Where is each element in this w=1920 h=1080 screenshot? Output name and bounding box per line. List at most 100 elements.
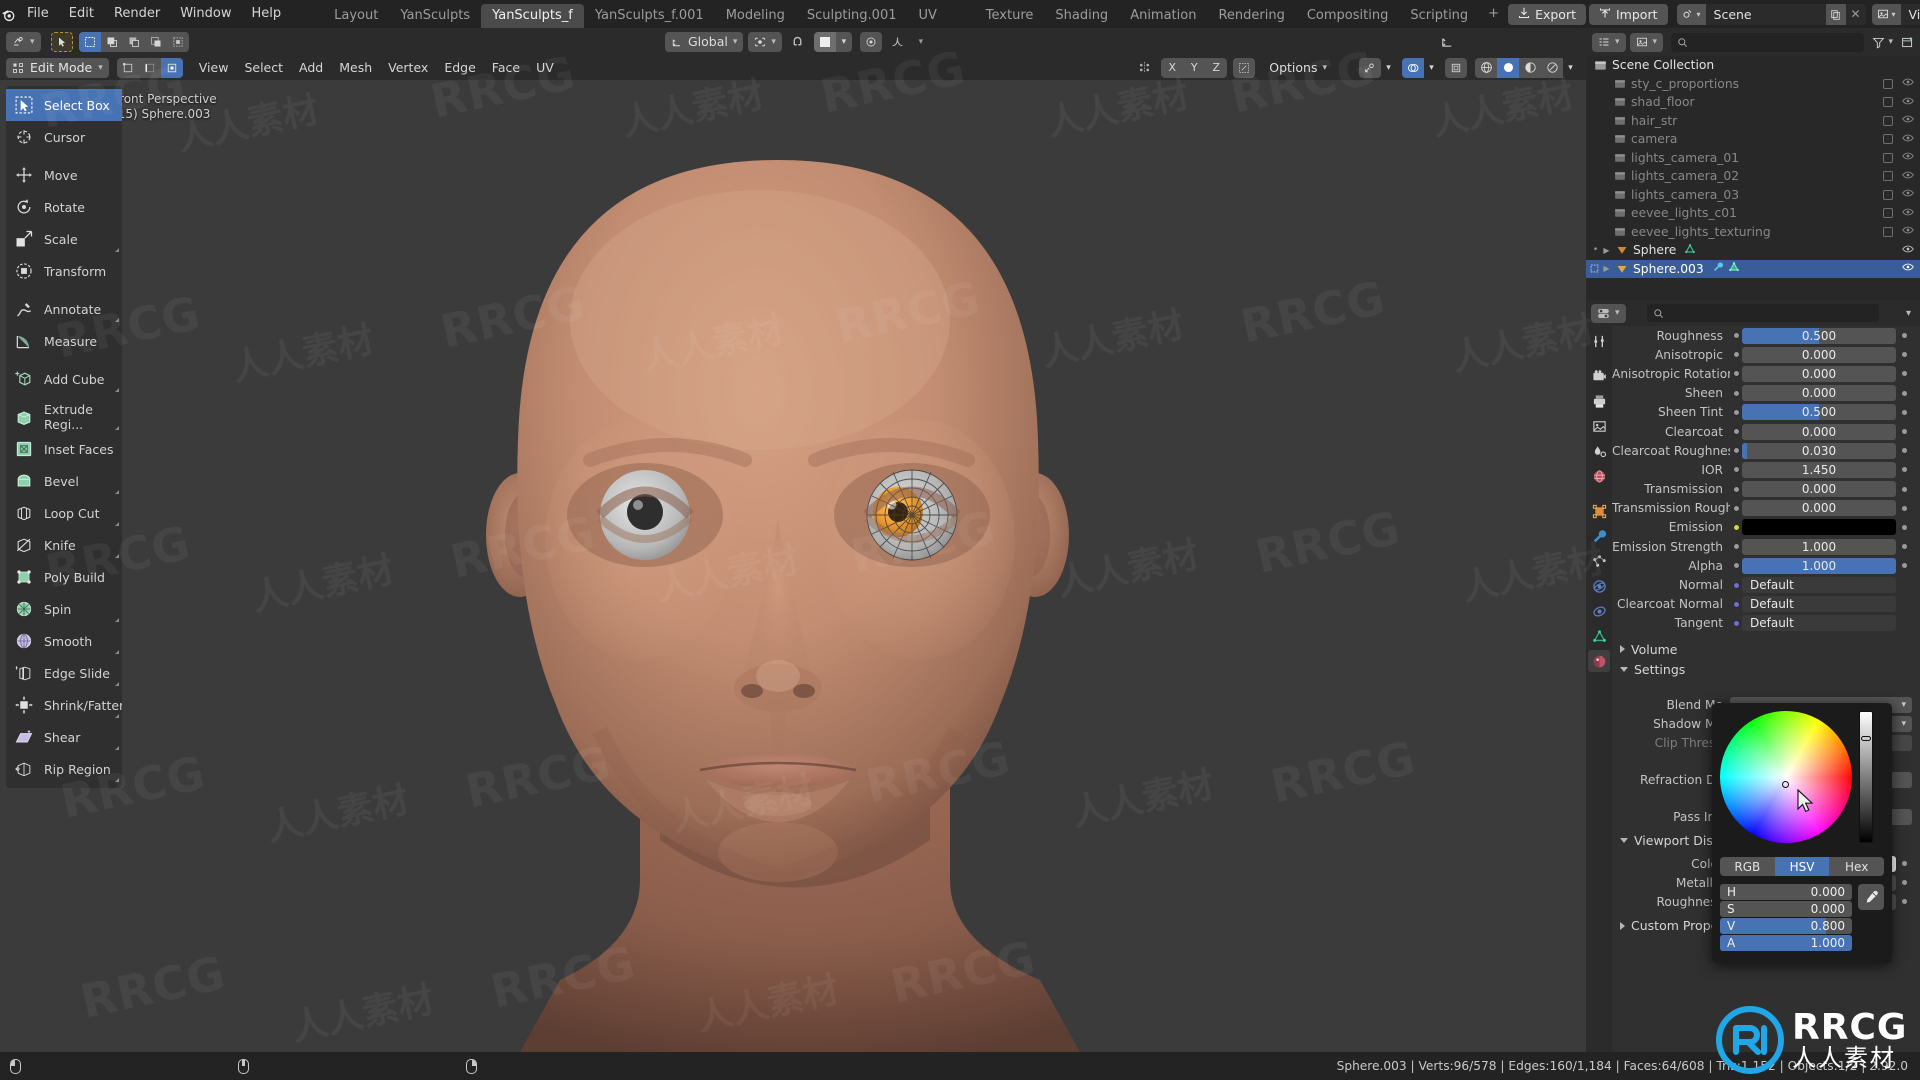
- workspace-tab-yansculpts-f001[interactable]: YanSculpts_f.001: [584, 4, 715, 28]
- menu-file[interactable]: File: [17, 0, 59, 28]
- material-preview-shading-icon[interactable]: [1519, 57, 1541, 78]
- property-value-slider[interactable]: 0.500: [1742, 404, 1896, 421]
- node-socket-icon[interactable]: [1730, 389, 1742, 397]
- outliner-root-row[interactable]: Scene Collection: [1586, 56, 1920, 75]
- shading-dropdown-chevron-icon[interactable]: ▾: [1563, 58, 1578, 78]
- tool-cursor[interactable]: Cursor: [6, 121, 122, 153]
- property-row-emission-strength[interactable]: Emission Strength 1.000: [1612, 537, 1920, 556]
- add-workspace-button[interactable]: +: [1479, 0, 1508, 28]
- hide-eye-icon[interactable]: [1902, 150, 1914, 165]
- tool-extrude-region[interactable]: Extrude Regi...: [6, 401, 122, 433]
- menu-help[interactable]: Help: [242, 0, 292, 28]
- properties-tab-object-data[interactable]: [1588, 625, 1610, 647]
- animate-property-icon[interactable]: [1896, 505, 1912, 511]
- property-row-emission[interactable]: Emission: [1612, 518, 1920, 537]
- view-layer-name-field[interactable]: View Layer: [1901, 7, 1920, 22]
- animate-property-icon[interactable]: [1896, 486, 1912, 492]
- mirror-z-button[interactable]: Z: [1205, 57, 1228, 78]
- rendered-shading-icon[interactable]: [1541, 57, 1563, 78]
- tool-rip-region[interactable]: Rip Region: [6, 753, 122, 785]
- tool-settings-dropdown[interactable]: ▾: [6, 31, 41, 52]
- workspace-tab-shading[interactable]: Shading: [1044, 4, 1119, 28]
- exclude-checkbox[interactable]: [1883, 189, 1893, 200]
- properties-editor-type-dropdown[interactable]: ▾: [1591, 303, 1626, 323]
- properties-tab-material[interactable]: [1588, 650, 1610, 672]
- viewport-menu-add[interactable]: Add: [291, 55, 331, 80]
- node-socket-icon[interactable]: [1730, 466, 1742, 474]
- hide-eye-icon[interactable]: [1902, 243, 1914, 258]
- eyedropper-icon[interactable]: [1858, 884, 1884, 910]
- gizmo-icon[interactable]: [1359, 57, 1381, 78]
- workspace-tab-yansculpts-f[interactable]: YanSculpts_f: [481, 4, 584, 28]
- panel-header-volume[interactable]: Volume: [1612, 639, 1920, 659]
- viewport-menu-vertex[interactable]: Vertex: [380, 55, 436, 80]
- solid-shading-icon[interactable]: [1497, 57, 1519, 78]
- animate-property-icon[interactable]: [1896, 390, 1912, 396]
- scene-selector[interactable]: ▾ Scene ✕: [1676, 3, 1866, 25]
- mirror-axis-group[interactable]: X Y Z: [1161, 57, 1228, 78]
- hide-eye-icon[interactable]: [1902, 95, 1914, 110]
- tool-spin[interactable]: Spin: [6, 593, 122, 625]
- property-row-clearcoat-roughness[interactable]: Clearcoat Roughness 0.030: [1612, 441, 1920, 460]
- import-button[interactable]: Import: [1589, 3, 1668, 25]
- edge-select-icon[interactable]: [138, 57, 161, 78]
- properties-tab-column[interactable]: [1586, 326, 1612, 1052]
- mesh-select-mode-group[interactable]: [116, 57, 183, 78]
- properties-tab-tool[interactable]: [1588, 330, 1610, 352]
- color-wheel[interactable]: [1720, 711, 1852, 843]
- tool-loop-cut[interactable]: Loop Cut: [6, 497, 122, 529]
- exclude-checkbox[interactable]: [1883, 78, 1893, 89]
- scene-name-field[interactable]: Scene: [1706, 7, 1826, 22]
- tool-select-box[interactable]: Select Box: [6, 89, 122, 121]
- mesh-data-icon[interactable]: [1728, 261, 1740, 276]
- hide-eye-icon[interactable]: [1902, 206, 1914, 221]
- expand-triangle-icon[interactable]: ▶: [1600, 246, 1613, 255]
- mirror-y-button[interactable]: Y: [1183, 57, 1206, 78]
- workspace-tab-rendering[interactable]: Rendering: [1207, 4, 1295, 28]
- snap-target-icon[interactable]: [813, 31, 836, 52]
- menu-render[interactable]: Render: [104, 0, 170, 28]
- properties-tab-scene[interactable]: [1588, 440, 1610, 462]
- hide-eye-icon[interactable]: [1902, 224, 1914, 239]
- tool-edge-slide[interactable]: Edge Slide: [6, 657, 122, 689]
- properties-tab-output[interactable]: [1588, 390, 1610, 412]
- properties-filter-chevron-icon[interactable]: ▾: [1906, 308, 1915, 319]
- color-picker-popup[interactable]: RGB HSV Hex H 0.000 S 0.000 V 0.800 A 1.…: [1712, 703, 1892, 963]
- outliner-item-hair-str[interactable]: hair_str: [1586, 112, 1920, 131]
- select-new-icon[interactable]: [78, 31, 101, 52]
- snap-magnet-icon[interactable]: [787, 32, 809, 52]
- property-row-roughness[interactable]: Roughness 0.500: [1612, 326, 1920, 345]
- properties-tab-constraints[interactable]: [1588, 600, 1610, 622]
- node-socket-icon[interactable]: [1730, 370, 1742, 378]
- property-row-transmission-roughness[interactable]: Transmission Rough... 0.000: [1612, 499, 1920, 518]
- viewport-menu-mesh[interactable]: Mesh: [331, 55, 380, 80]
- outliner-tree[interactable]: Scene Collection sty_c_proportions shad_…: [1586, 56, 1920, 300]
- interaction-mode-dropdown[interactable]: Edit Mode ▾: [6, 57, 109, 78]
- view-layer-icon[interactable]: ▾: [1871, 3, 1901, 25]
- node-socket-icon[interactable]: [1730, 581, 1742, 589]
- exclude-checkbox[interactable]: [1883, 208, 1893, 219]
- properties-tab-view-layer[interactable]: [1588, 415, 1610, 437]
- falloff-dropdown-chevron-icon[interactable]: ▾: [914, 32, 928, 52]
- workspace-tab-layout[interactable]: Layout: [323, 4, 389, 28]
- color-mode-tabs[interactable]: RGB HSV Hex: [1720, 857, 1884, 876]
- animate-property-icon[interactable]: [1896, 352, 1912, 358]
- shading-mode-group[interactable]: ▾: [1475, 57, 1578, 78]
- select-subtract-icon[interactable]: [122, 31, 145, 52]
- falloff-curve-icon[interactable]: [887, 32, 909, 52]
- properties-tab-object[interactable]: [1588, 500, 1610, 522]
- workspace-tab-scripting[interactable]: Scripting: [1399, 4, 1479, 28]
- workspace-tab-uv-editing[interactable]: UV Editing: [908, 4, 975, 47]
- exclude-checkbox[interactable]: [1883, 97, 1893, 108]
- node-socket-icon[interactable]: [1730, 447, 1742, 455]
- outliner-item-sty-c-proportions[interactable]: sty_c_proportions: [1586, 75, 1920, 94]
- outliner-item-lights-camera-01[interactable]: lights_camera_01: [1586, 149, 1920, 168]
- tool-shear[interactable]: Shear: [6, 721, 122, 753]
- workspace-tab-yansculpts[interactable]: YanSculpts: [389, 4, 481, 28]
- export-button[interactable]: Export: [1508, 3, 1586, 25]
- animate-property-icon[interactable]: [1896, 880, 1912, 886]
- viewport-menu-face[interactable]: Face: [484, 55, 528, 80]
- outliner-item-eevee-lights-texturing[interactable]: eevee_lights_texturing: [1586, 223, 1920, 242]
- color-wheel-area[interactable]: [1720, 711, 1884, 847]
- properties-tab-render[interactable]: [1588, 365, 1610, 387]
